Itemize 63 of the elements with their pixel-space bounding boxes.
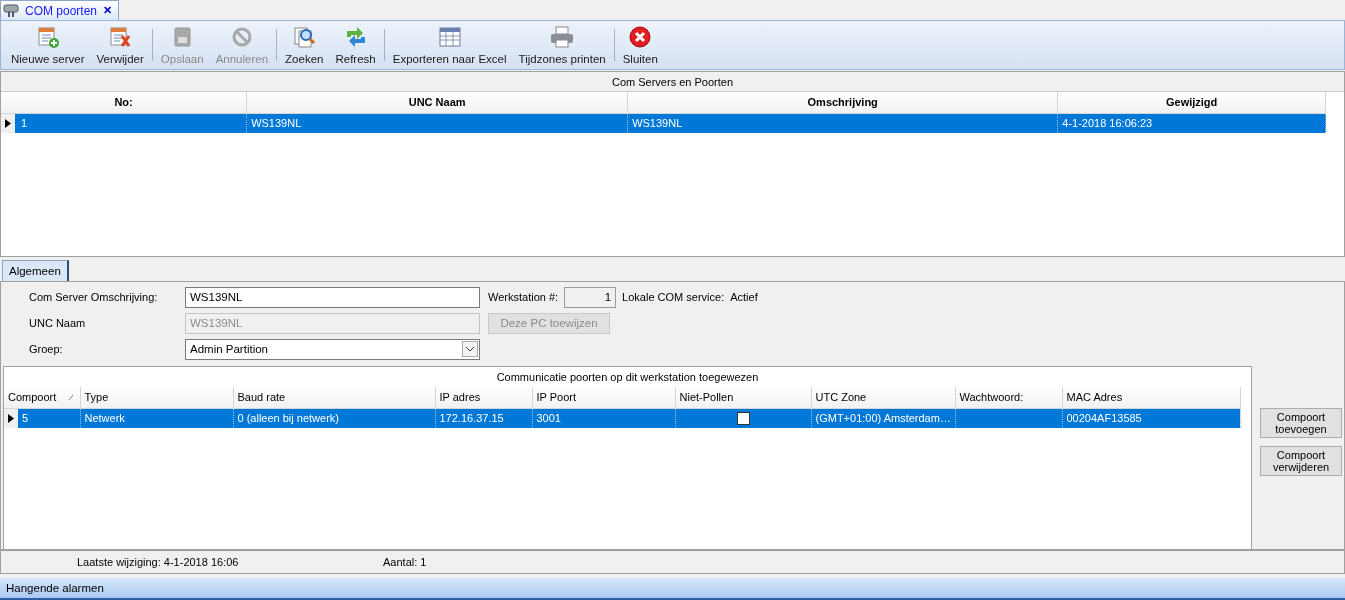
document-tab[interactable]: COM poorten ✕	[0, 0, 120, 20]
table-cell: 4-1-2018 16:06:23	[1057, 113, 1326, 133]
table-row[interactable]: 5 Netwerk 0 (alleen bij netwerk) 172.16.37.15 3001 (GMT+01:00) Amsterdam… 00204AF13585	[4, 408, 1240, 428]
column-header[interactable]: Baud rate	[233, 387, 435, 408]
side-button[interactable]: Compoort verwijderen	[1260, 446, 1342, 476]
magnifier-icon	[291, 25, 318, 49]
column-header[interactable]: Gewijzigd	[1057, 92, 1326, 113]
column-header[interactable]: Type	[80, 387, 233, 408]
column-header[interactable]: Wachtwoord:	[955, 387, 1062, 408]
field-label: Werkstation #:	[488, 291, 559, 303]
toolbar-button[interactable]: Exporteren naar Excel	[386, 23, 513, 67]
detail-tab[interactable]: Algemeen	[2, 260, 69, 281]
column-header[interactable]: Compoort	[4, 387, 80, 408]
alarm-bar[interactable]: Hangende alarmen	[0, 578, 1345, 600]
toolbar-button[interactable]: Refresh	[329, 23, 382, 67]
document-tab-title: COM poorten	[25, 3, 98, 18]
row-pointer-icon	[5, 118, 11, 128]
column-header[interactable]: IP adres	[435, 387, 532, 408]
table-cell: (GMT+01:00) Amsterdam…	[811, 408, 955, 428]
column-header[interactable]: UTC Zone	[811, 387, 955, 408]
column-header[interactable]: No:	[1, 92, 247, 113]
side-button[interactable]: Compoort toevoegen	[1260, 408, 1342, 438]
toolbar-button[interactable]: Tijdzones printen	[512, 23, 612, 67]
field-label: Lokale COM service:	[622, 291, 725, 303]
table-cell: 172.16.37.15	[435, 408, 532, 428]
table-cell: WS139NL	[246, 113, 628, 133]
input-field[interactable]: WS139NL	[185, 286, 480, 308]
alarm-bar-title: Hangende alarmen	[6, 582, 104, 594]
chevron-down-icon	[462, 341, 478, 357]
column-header[interactable]: Niet-Pollen	[675, 387, 811, 408]
count-text: Aantal: 1	[383, 556, 427, 568]
field-label: Groep:	[29, 343, 64, 355]
row-pointer-icon	[8, 413, 14, 423]
close-tab-button[interactable]: ✕	[103, 4, 113, 17]
table-caption: Com Servers en Poorten	[611, 75, 734, 88]
column-header[interactable]: IP Poort	[532, 387, 675, 408]
toolbar-button[interactable]: Zoeken	[279, 23, 330, 67]
input-field[interactable]: 1	[564, 286, 617, 308]
column-header[interactable]: Omschrijving	[627, 92, 1058, 113]
printer-icon	[549, 25, 576, 49]
serial-port-icon	[3, 3, 19, 18]
checkbox[interactable]	[736, 411, 750, 425]
table-cell: WS139NL	[627, 113, 1058, 133]
table-row[interactable]: 1 WS139NL WS139NL 4-1-2018 16:06:23	[1, 113, 1326, 133]
toolbar-button[interactable]: Sluiten	[616, 23, 664, 67]
table-cell: 5	[4, 408, 80, 428]
field-label: UNC Naam	[29, 317, 87, 329]
table-cell: 3001	[532, 408, 675, 428]
toolbar-button[interactable]: Verwijder	[90, 23, 150, 67]
close-icon	[627, 25, 654, 49]
table-cell: 0 (alleen bij netwerk)	[233, 408, 435, 428]
table-cell: Netwerk	[80, 408, 233, 428]
table-cell: 00204AF13585	[1062, 408, 1240, 428]
table-caption: Communicatie poorten op dit werkstation toegewezen	[496, 371, 759, 383]
field-label: Com Server Omschrijving:	[29, 291, 159, 303]
column-header[interactable]: UNC Naam	[246, 92, 628, 113]
service-status: Actief	[730, 291, 758, 303]
toolbar-button[interactable]: Nieuwe server	[5, 23, 91, 67]
spreadsheet-icon	[436, 25, 463, 49]
group-dropdown[interactable]: Admin Partition	[185, 338, 480, 360]
table-cell: 1	[1, 113, 247, 133]
last-modified-text: Laatste wijziging: 4-1-2018 16:06	[77, 556, 240, 568]
column-header[interactable]: MAC Adres	[1062, 387, 1240, 408]
